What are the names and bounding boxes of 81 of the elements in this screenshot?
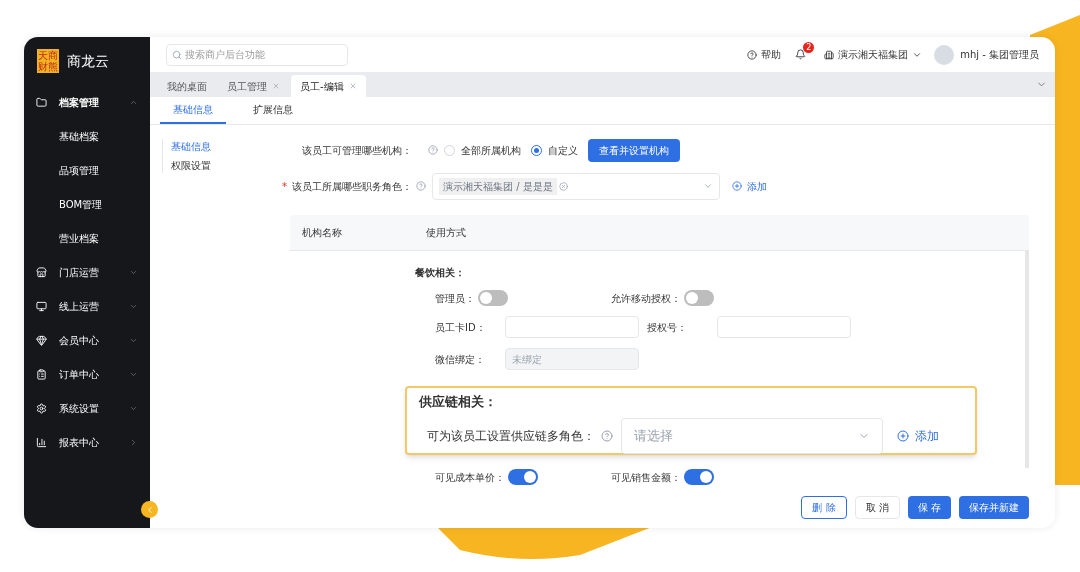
menu-icon [36,402,47,414]
menu-icon [36,96,47,108]
help-icon [428,145,438,155]
radio-option[interactable]: 自定义 [531,142,578,158]
org-selector[interactable]: 演示湘天福集团 [838,47,909,62]
help-icon [747,49,758,60]
chevron-icon [129,437,138,447]
column-header: 机构名称 [302,226,343,240]
sidebar-item[interactable]: 线上运营 [24,289,150,323]
action-button[interactable]: 删 除 [801,495,847,519]
chevron-icon [703,181,713,191]
field-label: 该员工可管理哪些机构： [302,143,413,158]
close-icon[interactable] [348,82,357,90]
section-tab[interactable]: 基础信息 [160,97,226,124]
logo-icon: 天商 财熊 [37,49,59,73]
bell-icon[interactable] [795,49,807,60]
page-tab[interactable]: 员工管理 [218,75,289,97]
toggle-label: 可见销售金额： [611,470,681,485]
field-label: 授权号： [647,320,688,335]
toggle-switch[interactable] [684,290,714,306]
brand-name: 商龙云 [67,51,109,71]
anchor-link[interactable]: 基础信息 [171,139,290,154]
action-button[interactable]: 保 存 [907,495,951,519]
toggle-label: 可见成本单价： [435,470,505,485]
sidebar-subitem[interactable]: 营业档案 [24,221,150,255]
radio-option[interactable]: 全部所属机构 [444,142,521,158]
section-title: 餐饮相关： [415,266,466,280]
menu-icon [36,368,47,380]
tag: 演示湘天福集团 / 是是是 [439,177,557,195]
menu-icon [36,300,47,312]
section-tab[interactable]: 扩展信息 [240,97,306,124]
action-button[interactable]: 取 消 [854,495,900,519]
sidebar-item[interactable]: 会员中心 [24,323,150,357]
menu-icon [36,334,47,346]
add-link[interactable]: 添加 [747,178,767,194]
sidebar-item[interactable]: 门店运营 [24,255,150,289]
notification-badge: 2 [803,42,815,53]
text-field[interactable] [717,316,851,338]
add-icon[interactable] [897,429,909,442]
help-link[interactable]: 帮助 [761,47,782,62]
field-label: 员工卡ID： [435,320,487,335]
add-link[interactable]: 添加 [915,426,939,445]
placeholder-text: 请选择 [634,426,674,445]
collapse-button[interactable] [141,501,158,518]
section-title: 供应链相关： [419,393,498,411]
anchor-link[interactable]: 权限设置 [171,158,290,173]
toggle-switch[interactable] [508,469,538,485]
field-label: 该员工所属哪些职务角色： [292,179,413,194]
sidebar-item[interactable]: 档案管理 [24,85,150,119]
view-orgs-button[interactable]: 查看并设置机构 [588,138,680,162]
toggle-label: 允许移动授权： [611,291,681,306]
help-icon [601,429,613,442]
required-mark: * [282,179,288,194]
sidebar-subitem[interactable]: BOM管理 [24,187,150,221]
page-tab[interactable]: 我的桌面 [158,75,216,97]
toggle-label: 管理员： [435,291,475,306]
sidebar-item[interactable]: 报表中心 [24,425,150,459]
avatar-icon [934,44,955,65]
text-field[interactable] [505,316,639,338]
remove-icon[interactable] [558,181,568,191]
select-field[interactable]: 演示湘天福集团 / 是是是 [432,172,720,200]
building-icon [824,49,835,60]
column-header: 使用方式 [426,226,467,240]
add-icon[interactable] [732,181,742,191]
toggle-switch[interactable] [478,290,508,306]
field-label: 可为该员工设置供应链多角色： [427,427,595,445]
menu-icon [36,436,47,448]
sidebar-subitem[interactable]: 品项管理 [24,153,150,187]
sidebar-item[interactable]: 系统设置 [24,391,150,425]
user-name[interactable]: mhj - 集团管理员 [960,47,1039,62]
field-label: 微信绑定： [435,352,486,367]
action-button[interactable]: 保存并新建 [959,495,1029,519]
toggle-switch[interactable] [684,469,714,485]
search-field[interactable]: 搜索商户后台功能 [166,43,348,66]
close-icon[interactable] [272,82,280,90]
sidebar-item[interactable]: 订单中心 [24,357,150,391]
help-icon [416,181,426,191]
search-icon [172,49,182,60]
sidebar-subitem[interactable]: 基础档案 [24,119,150,153]
menu-icon [36,266,47,278]
page-tab[interactable]: 员工-编辑 [291,75,366,97]
